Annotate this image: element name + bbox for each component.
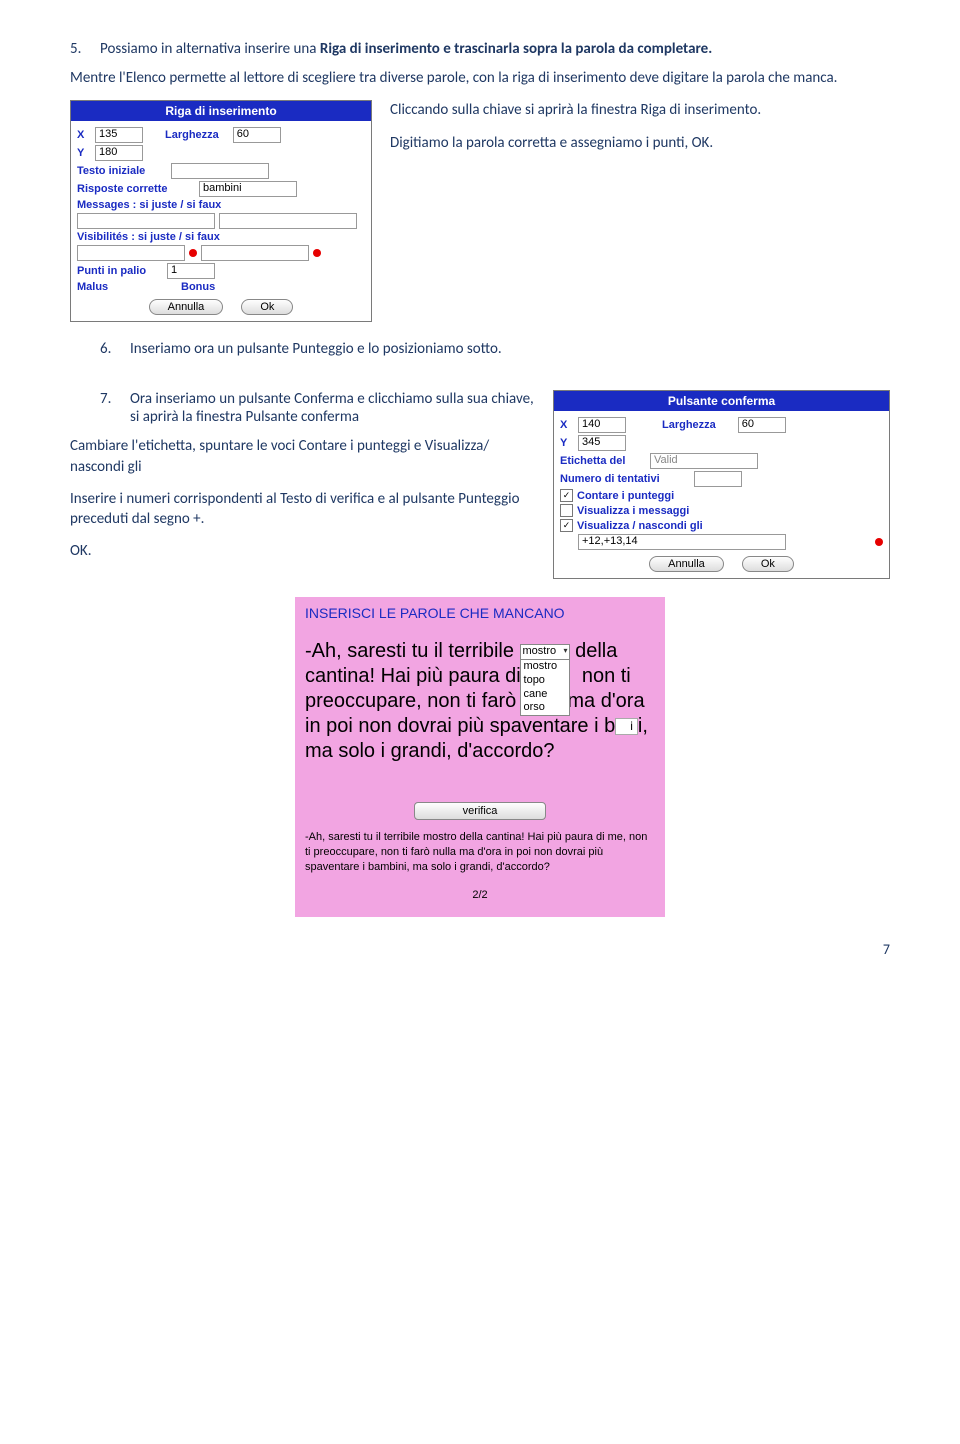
malus-label: Malus (77, 281, 177, 293)
punti-input[interactable]: 1 (167, 263, 215, 279)
visibilites-label: Visibilités : si juste / si faux (77, 231, 220, 243)
x-input[interactable]: 135 (95, 127, 143, 143)
ok-button[interactable]: Ok (742, 556, 794, 572)
visualizza-msg-label: Visualizza i messaggi (577, 505, 689, 517)
contare-label: Contare i punteggi (577, 490, 674, 502)
messages-label: Messages : si juste / si faux (77, 199, 221, 211)
combo-option[interactable]: orso (521, 701, 569, 715)
fill-box[interactable]: i (615, 718, 638, 735)
vis-faux-input[interactable] (201, 245, 309, 261)
paragraph: Digitiamo la parola corretta e assegniam… (390, 133, 890, 153)
numero-input[interactable] (694, 471, 742, 487)
annulla-button[interactable]: Annulla (149, 299, 224, 315)
dialog-title: Riga di inserimento (71, 101, 371, 121)
larghezza-input[interactable]: 60 (738, 417, 786, 433)
bonus-label: Bonus (181, 281, 215, 293)
larghezza-input[interactable]: 60 (233, 127, 281, 143)
y-label: Y (77, 147, 91, 159)
combo-option[interactable]: topo (521, 674, 569, 688)
checkbox-visualizza-nascondi[interactable]: ✓ (560, 519, 573, 532)
visualizza-nascondi-label: Visualizza / nascondi gli (577, 520, 703, 532)
red-dot-icon (313, 249, 321, 257)
paragraph: Inserire i numeri corrispondenti al Test… (70, 489, 535, 530)
chevron-down-icon: ▾ (564, 646, 568, 656)
x-input[interactable]: 140 (578, 417, 626, 433)
combo-option[interactable]: cane (521, 688, 569, 702)
verifica-button[interactable]: verifica (414, 802, 546, 820)
y-input[interactable]: 345 (578, 435, 626, 451)
checkbox-visualizza-msg[interactable] (560, 504, 573, 517)
combo-dropdown[interactable]: mostro topo cane orso (520, 659, 570, 716)
list-number: 6. (100, 340, 130, 358)
x-label: X (560, 419, 574, 431)
list-number: 7. (100, 390, 130, 426)
list-body: Possiamo in alternativa inserire una Rig… (100, 40, 890, 58)
annulla-button[interactable]: Annulla (649, 556, 724, 572)
larghezza-label: Larghezza (662, 419, 716, 431)
larghezza-label: Larghezza (165, 129, 219, 141)
text: -Ah, saresti tu il terribile (305, 640, 520, 662)
list-item-5: 5. Possiamo in alternativa inserire una … (70, 40, 890, 58)
paragraph: Cliccando sulla chiave si aprirà la fine… (390, 100, 890, 120)
msg-juste-input[interactable] (77, 213, 215, 229)
x-label: X (77, 129, 91, 141)
combo-option[interactable]: mostro (521, 660, 569, 674)
risposte-label: Risposte corrette (77, 183, 195, 195)
testo-iniziale-label: Testo iniziale (77, 165, 167, 177)
dialog-riga-inserimento: Riga di inserimento X 135 Larghezza 60 Y… (70, 100, 372, 322)
paragraph: OK. (70, 541, 535, 561)
testo-iniziale-input[interactable] (171, 163, 269, 179)
red-dot-icon (189, 249, 197, 257)
dialog-pulsante-conferma: Pulsante conferma X 140 Larghezza 60 Y 3… (553, 390, 890, 579)
y-label: Y (560, 437, 574, 449)
text-bold: Riga di inserimento e trascinarla sopra … (320, 40, 712, 58)
risposte-input[interactable]: bambini (199, 181, 297, 197)
pager: 2/2 (305, 889, 655, 901)
ids-input[interactable]: +12,+13,14 (578, 534, 786, 550)
msg-faux-input[interactable] (219, 213, 357, 229)
red-dot-icon (875, 538, 883, 546)
vis-juste-input[interactable] (77, 245, 185, 261)
paragraph: Cambiare l'etichetta, spuntare le voci C… (70, 436, 535, 477)
paragraph: Mentre l'Elenco permette al lettore di s… (70, 68, 890, 88)
punti-label: Punti in palio (77, 265, 163, 277)
list-item-7: 7. Ora inseriamo un pulsante Conferma e … (100, 390, 535, 426)
checkbox-contare[interactable]: ✓ (560, 489, 573, 502)
list-number: 5. (70, 40, 100, 58)
list-body: Inseriamo ora un pulsante Punteggio e lo… (130, 340, 890, 358)
ok-button[interactable]: Ok (241, 299, 293, 315)
combo-mostro[interactable]: mostro▾ mostro topo cane orso (520, 644, 570, 660)
exercise-panel: INSERISCI LE PAROLE CHE MANCANO -Ah, sar… (295, 597, 665, 917)
y-input[interactable]: 180 (95, 145, 143, 161)
text: Possiamo in alternativa inserire una (100, 40, 320, 58)
page-number: 7 (70, 941, 890, 958)
etichetta-label: Etichetta del (560, 455, 646, 467)
exercise-answer: -Ah, saresti tu il terribile mostro dell… (305, 830, 655, 875)
list-item-6: 6. Inseriamo ora un pulsante Punteggio e… (100, 340, 890, 358)
numero-label: Numero di tentativi (560, 473, 690, 485)
list-body: Ora inseriamo un pulsante Conferma e cli… (130, 390, 535, 426)
exercise-text: -Ah, saresti tu il terribile mostro▾ mos… (305, 639, 655, 764)
etichetta-input[interactable]: Valid (650, 453, 758, 469)
dialog-title: Pulsante conferma (554, 391, 889, 411)
exercise-header: INSERISCI LE PAROLE CHE MANCANO (305, 605, 655, 621)
